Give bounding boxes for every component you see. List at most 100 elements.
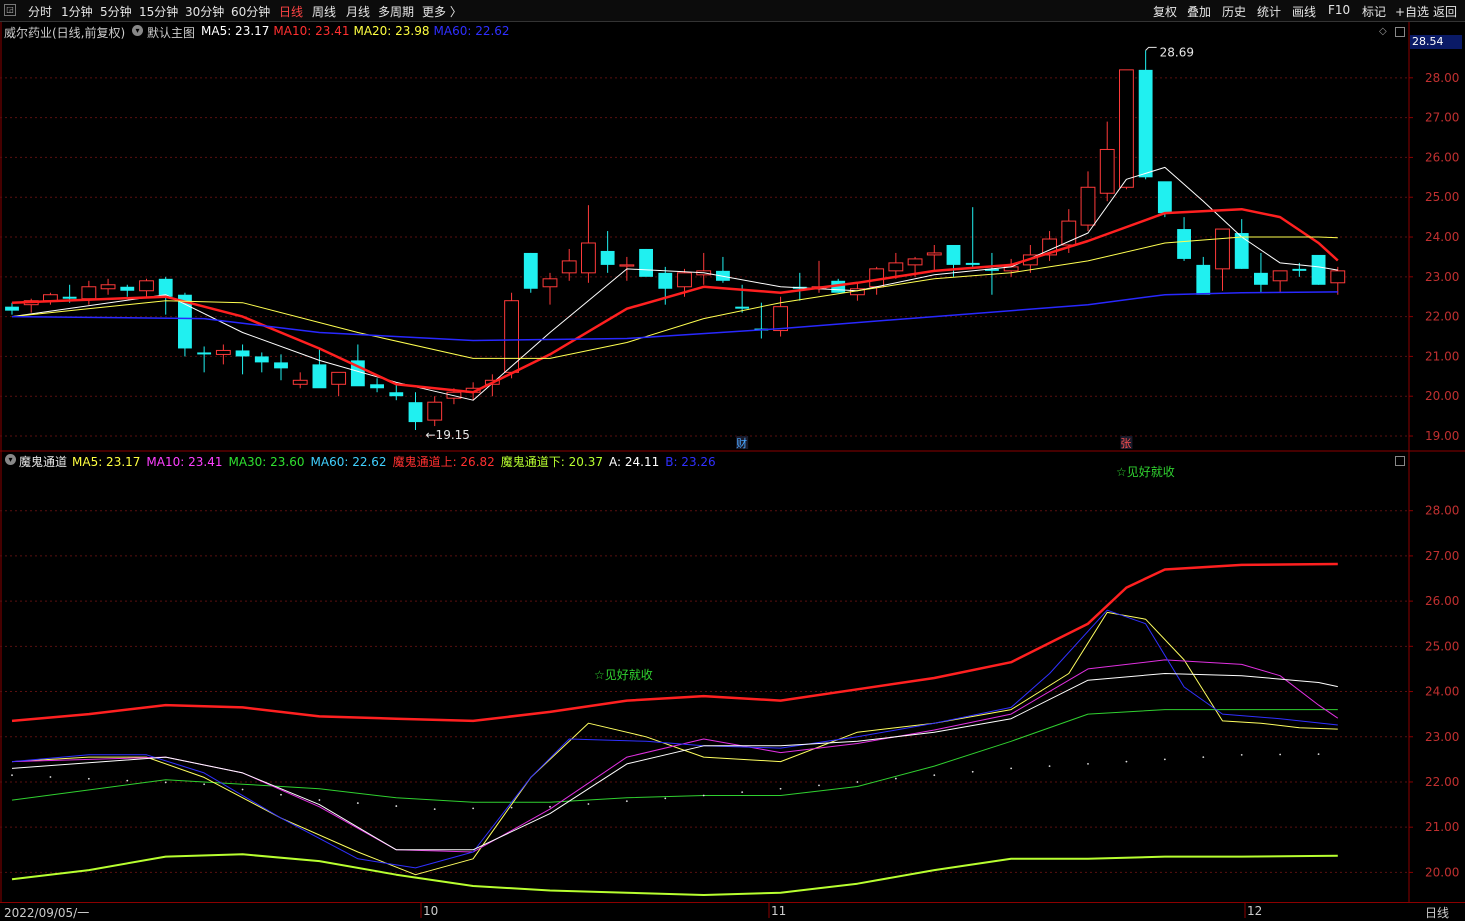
sub-ytick-6: 22.00: [1425, 775, 1459, 789]
candle-body-65: [1254, 272, 1268, 285]
legend-item-7: B: 23.26: [665, 455, 716, 469]
candle-body-28: [542, 278, 558, 288]
legend-item-2: MA20: 23.98: [353, 24, 430, 38]
candle-body-20: [389, 392, 404, 397]
candle-body-14: [274, 362, 288, 369]
candle-body-19: [370, 384, 384, 389]
diamond-icon[interactable]: ◇: [1379, 26, 1387, 37]
candle-body-11: [215, 349, 231, 355]
legend-item-3: MA60: 22.62: [310, 455, 387, 469]
dot-34: [664, 797, 667, 800]
candle-body-38: [735, 306, 750, 309]
candle-body-13: [254, 356, 269, 363]
dot-52: [1010, 767, 1013, 770]
dot-46: [894, 777, 897, 780]
sub-ytick-2: 26.00: [1425, 594, 1459, 608]
candle-body-0: [5, 306, 19, 311]
sub-series-MA10: [11, 659, 1339, 853]
dot-28: [549, 805, 551, 808]
sub-ytick-3: 25.00: [1425, 639, 1459, 653]
sub-indicator-dropdown-icon[interactable]: ▾: [5, 454, 16, 465]
dot-42: [818, 784, 820, 787]
dot-54: [1048, 765, 1051, 768]
candle-body-17: [331, 371, 347, 385]
dot-4: [87, 777, 90, 780]
signal-label-top: ☆见好就收: [1116, 465, 1175, 479]
legend-item-3: MA60: 22.62: [433, 24, 510, 38]
dot-36: [702, 794, 705, 797]
main-series-MA5: [11, 166, 1338, 401]
sub-indicator-name[interactable]: 魔鬼通道: [19, 453, 67, 470]
sub-ytick-4: 24.00: [1425, 685, 1459, 699]
month-label-11: 11: [771, 904, 787, 918]
signal-label: ☆见好就收: [594, 668, 653, 682]
dot-44: [856, 781, 859, 783]
dot-10: [203, 783, 206, 786]
marker-1: 张: [1120, 437, 1131, 450]
candle-body-12: [235, 350, 250, 357]
sub-ytick-1: 27.00: [1425, 549, 1459, 563]
candle-body-21: [408, 402, 423, 423]
sub-ytick-0: 28.00: [1425, 504, 1459, 518]
candle-body-66: [1272, 270, 1288, 282]
period-label[interactable]: 日线: [1425, 904, 1449, 921]
current-price-box: 28.54: [1410, 35, 1462, 49]
candle-body-31: [600, 250, 615, 265]
candle-body-60: [1157, 181, 1172, 214]
dot-68: [1317, 753, 1320, 756]
legend-item-2: MA30: 23.60: [228, 455, 305, 469]
main-ytick-6: 22.00: [1425, 310, 1459, 324]
candle-body-15: [292, 379, 308, 385]
dot-58: [1125, 760, 1128, 763]
date-axis: [0, 902, 1465, 921]
dot-56: [1087, 762, 1089, 765]
main-ytick-4: 24.00: [1425, 230, 1459, 244]
dot-50: [971, 770, 974, 773]
dot-38: [741, 791, 744, 794]
sub-panel-square-icon[interactable]: [1395, 456, 1405, 466]
ma-legend: MA5: 23.17 MA10: 23.41 MA20: 23.98 MA60: 22…: [201, 24, 514, 38]
sub-series-魔鬼通道下: [11, 853, 1338, 896]
dot-18: [356, 802, 359, 804]
candle-body-57: [1099, 148, 1115, 194]
candle-body-32: [619, 264, 635, 267]
high-price-label: 28.69: [1160, 45, 1194, 59]
candle-body-46: [888, 262, 904, 272]
panel-square-icon[interactable]: [1395, 27, 1405, 37]
dot-16: [318, 799, 321, 801]
marker-0: 财: [736, 436, 747, 450]
candle-body-5: [100, 284, 116, 290]
sub-indicator-legend: MA5: 23.17 MA10: 23.41 MA30: 23.60 MA60: 22…: [72, 453, 722, 470]
dot-32: [625, 800, 628, 803]
dot-48: [933, 774, 936, 777]
dot-26: [510, 806, 513, 809]
sub-ytick-8: 20.00: [1425, 865, 1459, 879]
dot-66: [1279, 753, 1282, 756]
main-ytick-5: 23.00: [1425, 270, 1459, 284]
high-arrow: [1145, 46, 1157, 51]
candle-body-68: [1311, 254, 1326, 285]
month-label-10: 10: [423, 904, 439, 918]
candle-body-16: [312, 364, 327, 389]
dot-2: [49, 776, 52, 778]
candle-body-58: [1119, 69, 1134, 188]
candle-body-3: [62, 296, 77, 299]
candle-body-8: [158, 278, 173, 297]
sub-series-A: [11, 673, 1338, 851]
candle-body-61: [1177, 229, 1191, 259]
candle-body-48: [926, 252, 942, 256]
indicator-dropdown-icon[interactable]: ▾: [132, 25, 143, 36]
candle-body-34: [658, 272, 673, 289]
dot-24: [472, 807, 475, 810]
stock-title: 威尔药业(日线,前复权): [4, 26, 126, 40]
main-ytick-0: 28.00: [1425, 71, 1459, 85]
legend-item-1: MA10: 23.41: [146, 455, 223, 469]
candle-body-6: [120, 286, 135, 291]
candle-body-50: [965, 262, 980, 265]
legend-item-5: 魔鬼通道下: 20.37: [500, 455, 603, 469]
candle-body-30: [581, 242, 596, 274]
dot-12: [241, 788, 244, 791]
sub-series-B: [11, 609, 1338, 869]
dot-40: [779, 787, 782, 790]
main-indicator-name[interactable]: 默认主图: [147, 24, 195, 41]
